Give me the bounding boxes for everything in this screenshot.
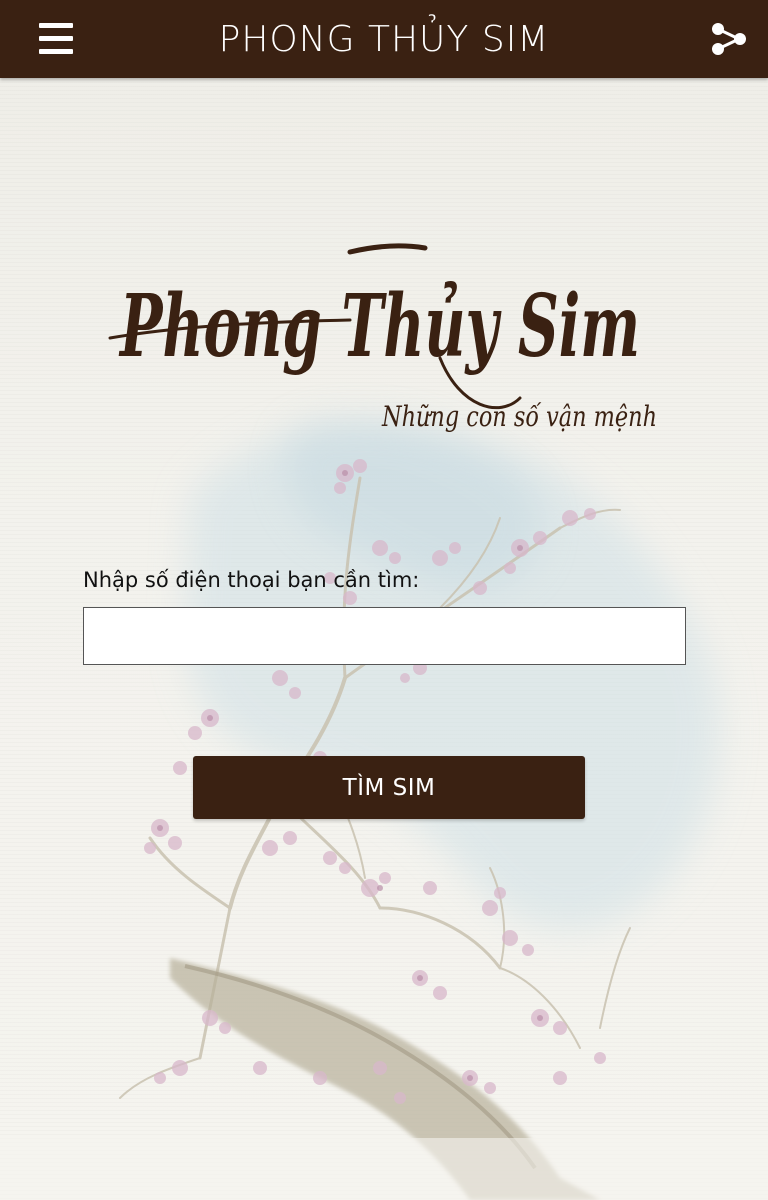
share-icon[interactable] bbox=[704, 16, 752, 62]
app-title: PHONG THỦY SIM bbox=[218, 19, 550, 60]
search-sim-button[interactable]: TÌM SIM bbox=[193, 756, 585, 819]
app-bar: PHONG THỦY SIM bbox=[0, 0, 768, 78]
phong-thuy-sim-logo: Phong Thủy Sim Những con số vận mệnh bbox=[108, 243, 657, 433]
main-content: Phong Thủy Sim Những con số vận mệnh Nhậ… bbox=[0, 78, 768, 1200]
logo-tagline: Những con số vận mệnh bbox=[381, 400, 657, 433]
phone-number-input[interactable] bbox=[83, 607, 686, 665]
phone-field-label: Nhập số điện thoại bạn cần tìm: bbox=[83, 568, 420, 592]
